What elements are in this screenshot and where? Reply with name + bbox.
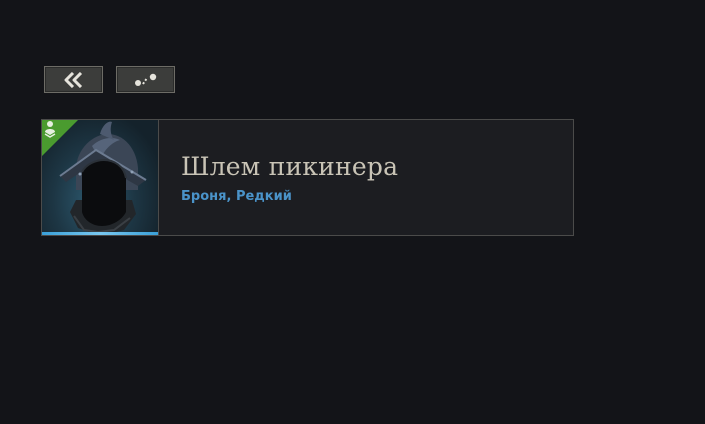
item-card[interactable]: Шлем пикинера Броня, Редкий: [41, 119, 574, 236]
item-name: Шлем пикинера: [181, 152, 399, 181]
item-type-rarity: Броня, Редкий: [181, 189, 292, 204]
double-chevron-left-icon: [64, 71, 82, 88]
item-icon-frame: [42, 120, 159, 235]
share-icon: [134, 73, 156, 86]
share-button[interactable]: [116, 66, 175, 93]
rarity-glow: [42, 232, 158, 235]
character-marker-icon: [44, 121, 56, 138]
back-button[interactable]: [44, 66, 103, 93]
